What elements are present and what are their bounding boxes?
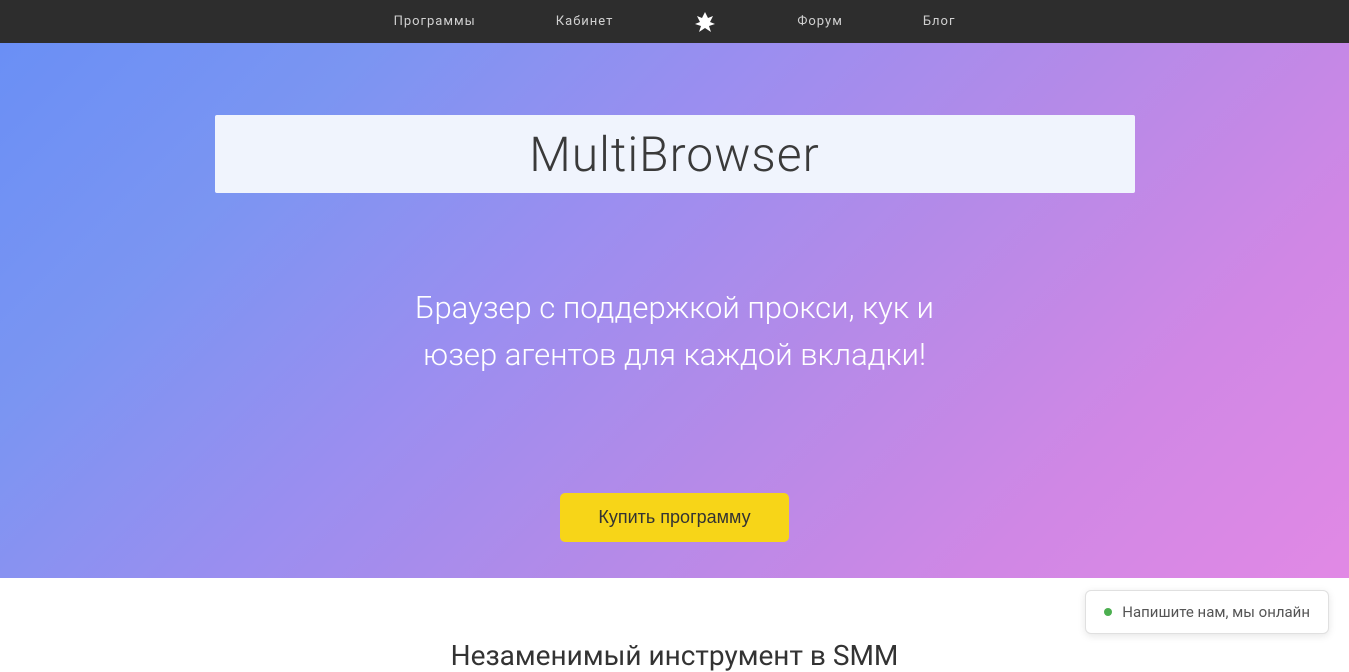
nav-item-programs[interactable]: Программы: [354, 14, 516, 29]
section-heading: Незаменимый инструмент в SMM: [451, 639, 899, 672]
chat-text: Напишите нам, мы онлайн: [1122, 603, 1310, 621]
chat-widget[interactable]: Напишите нам, мы онлайн: [1085, 590, 1329, 634]
page-title: MultiBrowser: [529, 126, 819, 183]
nav-item-blog[interactable]: Блог: [883, 14, 996, 29]
logo-icon[interactable]: [653, 10, 757, 34]
subtitle-line-1: Браузер с поддержкой прокси, кук и: [415, 289, 934, 326]
title-box: MultiBrowser: [215, 115, 1135, 193]
online-status-icon: [1104, 608, 1112, 616]
nav-item-forum[interactable]: Форум: [757, 14, 882, 29]
buy-button[interactable]: Купить программу: [560, 493, 788, 542]
hero-section: MultiBrowser Браузер с поддержкой прокси…: [0, 43, 1349, 578]
hero-subtitle: Браузер с поддержкой прокси, кук и юзер …: [415, 285, 934, 378]
nav-item-cabinet[interactable]: Кабинет: [516, 14, 654, 29]
subtitle-line-2: юзер агентов для каждой вкладки!: [423, 336, 926, 373]
navbar: Программы Кабинет Форум Блог: [0, 0, 1349, 43]
